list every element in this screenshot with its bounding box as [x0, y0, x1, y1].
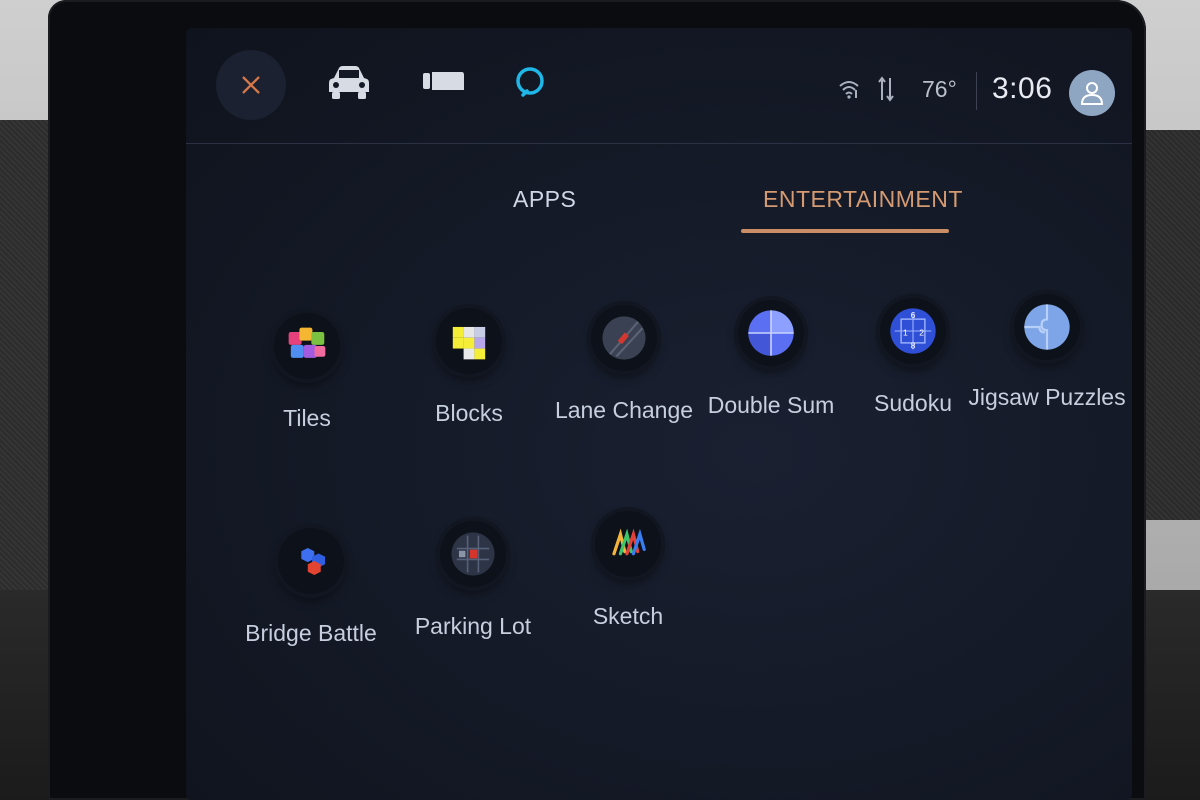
app-tile-parking-lot — [440, 521, 506, 587]
app-tile-blocks — [436, 308, 502, 374]
car-icon — [329, 66, 369, 99]
display-bezel: 76° 3:06 APPS ENTERTAINMENT Tiles Blocks… — [48, 0, 1146, 800]
top-bar: 76° 3:06 — [186, 28, 1132, 144]
app-label: Jigsaw Puzzles — [968, 384, 1126, 410]
app-tile-sketch — [595, 511, 661, 577]
user-icon — [1080, 82, 1104, 105]
sudoku-icon: 6 1 2 8 — [890, 308, 936, 354]
sudoku-digit: 6 — [911, 310, 916, 320]
app-label: Tiles — [283, 405, 331, 431]
active-tab-indicator — [741, 229, 949, 233]
app-tile-double-sum — [738, 300, 804, 366]
app-jigsaw-puzzles[interactable]: Jigsaw Puzzles — [962, 294, 1132, 410]
bridge-battle-icon — [301, 548, 326, 576]
clock: 3:06 — [992, 72, 1053, 105]
app-tiles[interactable]: Tiles — [222, 313, 392, 431]
tab-apps[interactable]: APPS — [513, 186, 576, 213]
outside-temperature: 76° — [922, 76, 957, 102]
app-tile-lane-change — [591, 305, 657, 371]
app-tile-sudoku: 6 1 2 8 — [880, 298, 946, 364]
app-tile-tiles — [274, 313, 340, 379]
wifi-icon — [839, 81, 859, 99]
tab-entertainment[interactable]: ENTERTAINMENT — [763, 186, 963, 213]
data-signal-icon — [878, 76, 894, 102]
app-label: Lane Change — [554, 397, 694, 423]
jigsaw-icon — [1024, 304, 1070, 350]
app-lane-change[interactable]: Lane Change — [539, 305, 709, 423]
app-bridge-battle[interactable]: Bridge Battle — [226, 528, 396, 646]
sudoku-digit: 1 — [903, 327, 908, 337]
profile-button[interactable] — [1069, 70, 1115, 116]
tiles-icon — [288, 327, 326, 358]
parking-lot-icon — [451, 532, 495, 576]
seat-icon — [423, 72, 464, 90]
close-button[interactable] — [216, 50, 286, 120]
app-label: Sketch — [592, 603, 664, 629]
lane-change-icon — [602, 316, 646, 360]
blocks-icon — [452, 326, 486, 360]
seat-controls-button[interactable] — [420, 62, 466, 102]
sudoku-digit: 8 — [911, 340, 916, 350]
sketch-icon — [612, 528, 646, 556]
double-sum-icon — [748, 310, 794, 356]
app-sketch[interactable]: Sketch — [543, 511, 713, 629]
alexa-icon — [516, 67, 544, 97]
alexa-button[interactable] — [513, 62, 547, 102]
app-tile-bridge-battle — [278, 528, 344, 594]
app-label: Parking Lot — [414, 613, 532, 639]
close-icon — [242, 76, 260, 94]
app-tile-jigsaw-puzzles — [1014, 294, 1080, 360]
status-divider — [976, 72, 977, 110]
vehicle-button[interactable] — [326, 62, 372, 102]
touchscreen: 76° 3:06 APPS ENTERTAINMENT Tiles Blocks… — [186, 28, 1132, 800]
app-blocks[interactable]: Blocks — [384, 308, 554, 426]
sudoku-digit: 2 — [919, 327, 924, 337]
app-parking-lot[interactable]: Parking Lot — [388, 521, 558, 639]
app-label: Bridge Battle — [245, 620, 377, 646]
app-label: Blocks — [435, 400, 503, 426]
